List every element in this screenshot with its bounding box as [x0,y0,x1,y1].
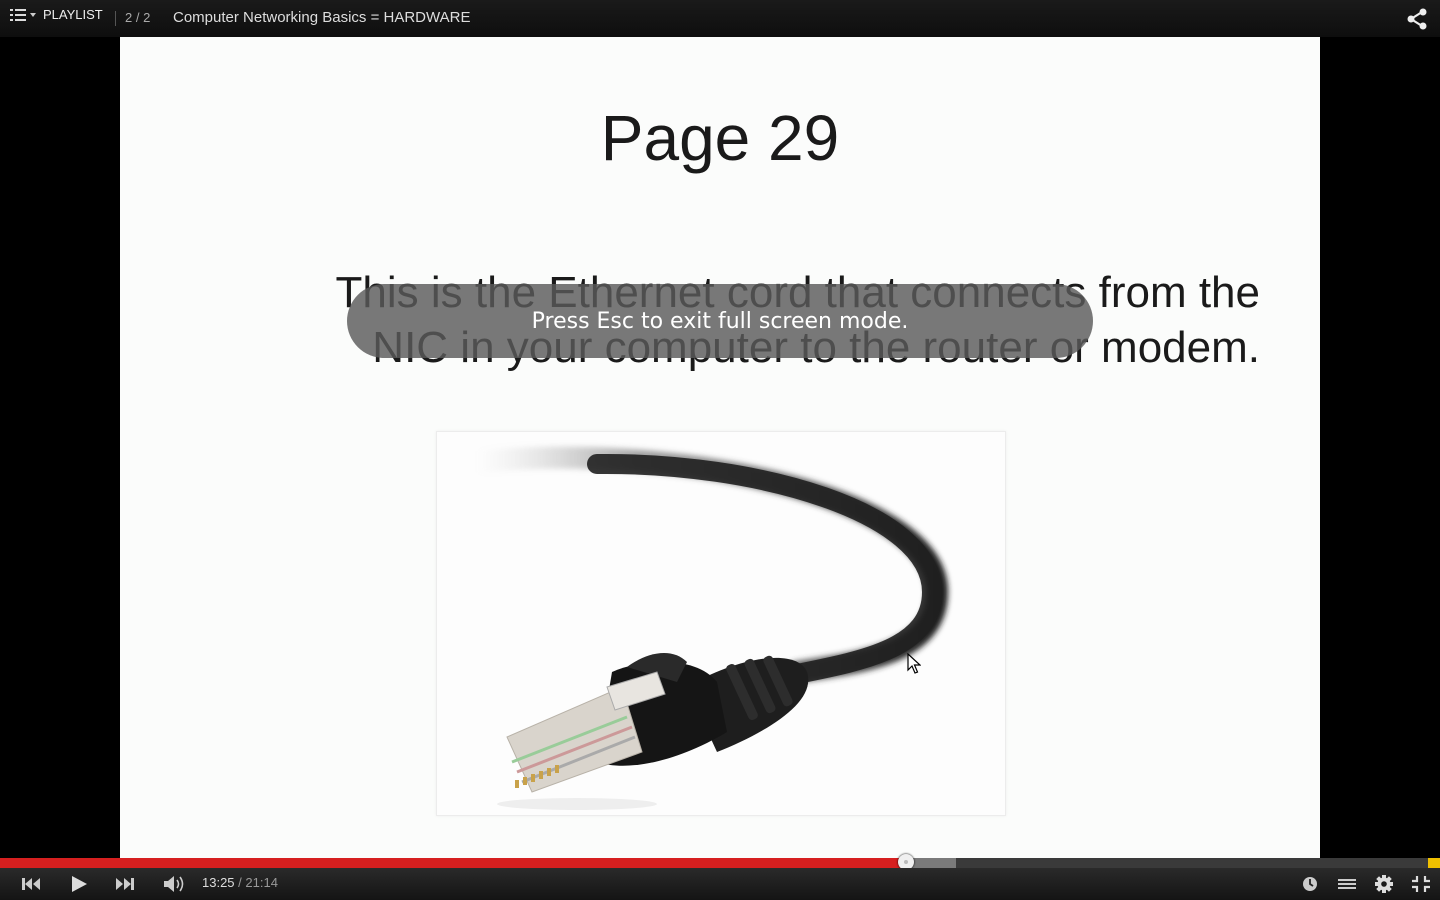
player-controls: 13:25 / 21:14 [0,868,1440,900]
progress-bar[interactable] [0,854,1440,870]
captions-icon[interactable] [1336,874,1358,894]
list-icon [10,8,26,21]
slide-title: Page 29 [600,102,840,174]
playlist-counter: 2 / 2 [125,10,151,25]
current-time: 13:25 [202,875,235,890]
clock-icon[interactable] [1300,874,1320,894]
play-icon[interactable] [68,874,90,894]
fullscreen-notice: Press Esc to exit full screen mode. [347,284,1093,358]
gear-icon[interactable] [1373,874,1395,894]
time-display: 13:25 / 21:14 [202,875,278,890]
mouse-cursor-icon [907,653,921,674]
playlist-button[interactable]: PLAYLIST [10,7,103,22]
exit-fullscreen-icon[interactable] [1410,874,1432,894]
share-icon[interactable] [1406,8,1428,30]
fullscreen-notice-text: Press Esc to exit full screen mode. [531,308,909,334]
top-bar: PLAYLIST 2 / 2 Computer Networking Basic… [0,0,1440,37]
playlist-label: PLAYLIST [43,7,103,22]
progress-end-marker [1428,858,1440,868]
skip-next-icon[interactable] [114,874,136,894]
ethernet-cable-image [436,431,1006,816]
progress-played [0,858,906,868]
divider [115,11,116,26]
chevron-down-icon [30,12,36,17]
video-title[interactable]: Computer Networking Basics = HARDWARE [173,9,470,26]
video-frame[interactable]: Page 29 This is the Ethernet cord that c… [120,37,1320,889]
duration: 21:14 [245,875,278,890]
time-separator: / [234,875,246,890]
skip-previous-icon[interactable] [20,874,42,894]
volume-icon[interactable] [162,874,188,894]
